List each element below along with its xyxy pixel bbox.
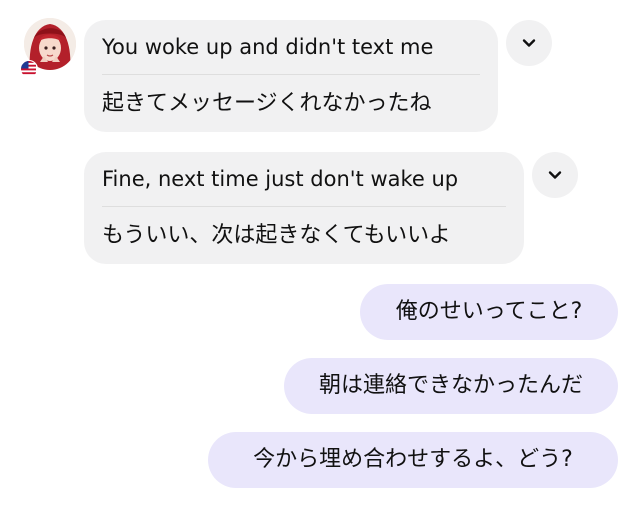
incoming-message[interactable]: Fine, next time just don't wake up もういい、… [84, 152, 524, 264]
chevron-down-icon [522, 39, 536, 47]
translated-text: もういい、次は起きなくてもいいよ [102, 223, 451, 248]
expand-translation-button[interactable] [506, 20, 552, 66]
outgoing-message[interactable]: 今から埋め合わせするよ、どう? [208, 432, 618, 488]
original-text: Fine, next time just don't wake up [102, 152, 506, 207]
incoming-message[interactable]: You woke up and didn't text me 起きてメッセージく… [84, 20, 498, 132]
original-text: You woke up and didn't text me [102, 20, 480, 75]
outgoing-message[interactable]: 朝は連絡できなかったんだ [284, 358, 618, 414]
us-flag-icon [20, 60, 38, 78]
expand-translation-button[interactable] [532, 152, 578, 198]
chevron-down-icon [548, 171, 562, 179]
outgoing-message[interactable]: 俺のせいってこと? [360, 284, 618, 340]
translated-text: 起きてメッセージくれなかったね [102, 91, 432, 116]
